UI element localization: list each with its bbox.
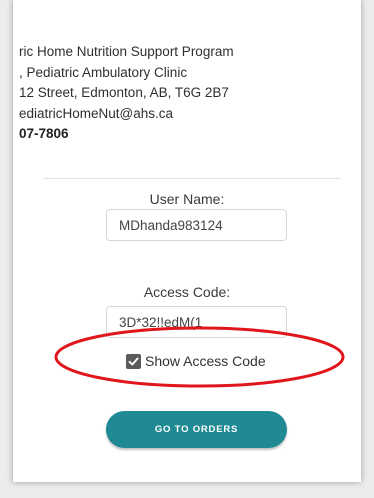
program-name: ric Home Nutrition Support Program xyxy=(19,44,234,59)
go-to-orders-button[interactable]: GO TO ORDERS xyxy=(106,411,287,448)
access-code-label: Access Code: xyxy=(143,284,231,300)
divider xyxy=(43,178,341,179)
checkmark-icon xyxy=(128,357,139,365)
login-card: ric Home Nutrition Support Program , Ped… xyxy=(13,0,361,482)
contact-info: ric Home Nutrition Support Program , Ped… xyxy=(19,42,234,145)
email: ediatricHomeNut@ahs.ca xyxy=(19,105,174,121)
show-access-code-checkbox[interactable] xyxy=(126,353,141,369)
address: 12 Street, Edmonton, AB, T6G 2B7 xyxy=(19,85,229,100)
show-access-code-toggle[interactable]: Show Access Code xyxy=(126,353,266,369)
show-access-code-label: Show Access Code xyxy=(145,353,266,369)
clinic-name: , Pediatric Ambulatory Clinic xyxy=(19,64,188,80)
screen: ric Home Nutrition Support Program , Ped… xyxy=(0,0,374,498)
phone-number: 07-7806 xyxy=(19,126,69,141)
access-code-input[interactable]: 3D*32!!edM(1 xyxy=(106,306,287,338)
username-input[interactable]: MDhanda983124 xyxy=(106,209,287,241)
username-label: User Name: xyxy=(149,191,225,207)
